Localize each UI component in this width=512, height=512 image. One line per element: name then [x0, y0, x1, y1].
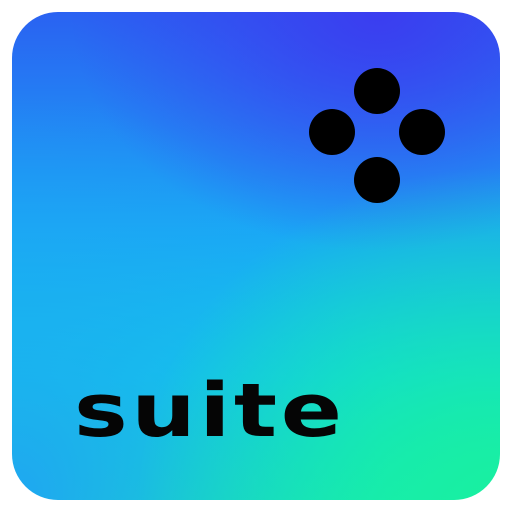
logo-dot-bottom	[354, 157, 400, 203]
logo-dot-top	[354, 68, 400, 114]
logo-dot-right	[399, 109, 445, 155]
logo-dot-left	[309, 109, 355, 155]
app-wordmark: suite	[74, 368, 346, 454]
app-icon[interactable]: suite	[12, 12, 500, 500]
